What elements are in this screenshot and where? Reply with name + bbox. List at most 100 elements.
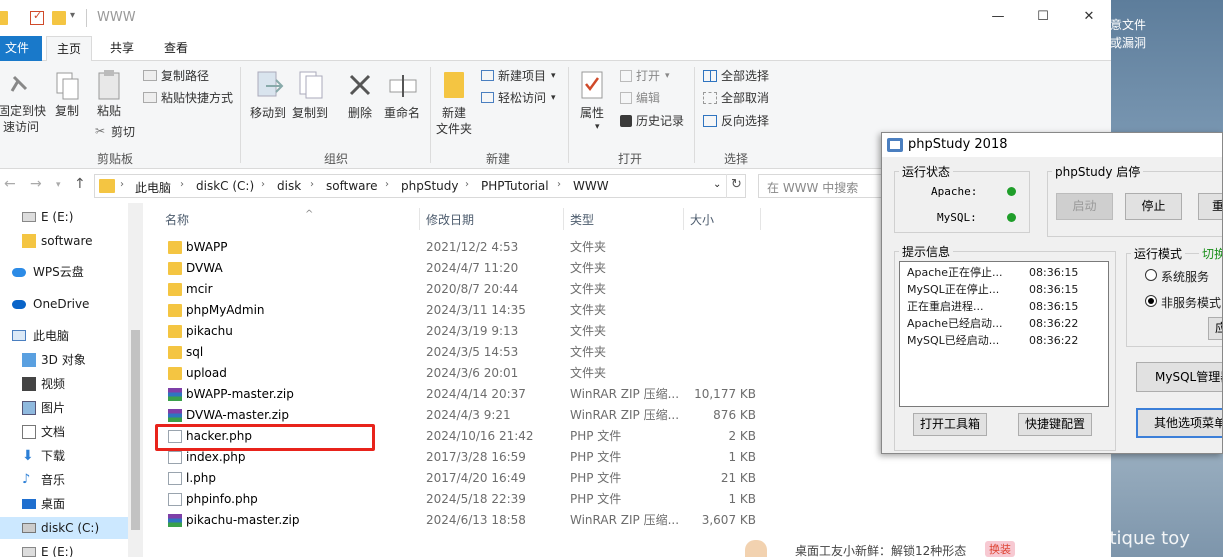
- column-divider[interactable]: [419, 208, 420, 230]
- pin-to-quick-access-button[interactable]: 固定到快 速访问: [0, 103, 46, 135]
- rename-button[interactable]: 重命名: [382, 105, 422, 121]
- open-button[interactable]: 打开: [636, 68, 660, 84]
- breadcrumb-item[interactable]: software: [326, 179, 378, 193]
- forward-icon[interactable]: →: [30, 176, 42, 192]
- nav-item-wps-cloud[interactable]: WPS云盘: [0, 261, 128, 283]
- column-header-size[interactable]: 大小: [690, 211, 714, 228]
- file-row[interactable]: bWAPP-master.zip 2024/4/14 20:37 WinRAR ZI…: [160, 384, 760, 405]
- nav-item-pictures[interactable]: 图片: [0, 397, 128, 419]
- properties-quick-icon[interactable]: [30, 9, 44, 25]
- shortcut-config-button[interactable]: 快捷键配置: [1018, 413, 1092, 436]
- notification-button[interactable]: 换装: [985, 541, 1015, 557]
- move-to-button[interactable]: 移动到: [248, 105, 288, 121]
- nav-item-downloads[interactable]: ⬇ 下载: [0, 445, 128, 467]
- edit-button[interactable]: 编辑: [636, 90, 660, 106]
- nav-item-videos[interactable]: 视频: [0, 373, 128, 395]
- delete-button[interactable]: 删除: [346, 105, 374, 121]
- nav-scrollbar-thumb[interactable]: [131, 330, 140, 530]
- cut-button[interactable]: 剪切: [111, 124, 135, 140]
- select-all-button[interactable]: 全部选择: [721, 68, 769, 84]
- nav-item-documents[interactable]: 文档: [0, 421, 128, 443]
- back-icon[interactable]: ←: [4, 176, 16, 192]
- file-row[interactable]: phpMyAdmin 2024/3/11 14:35 文件夹: [160, 300, 760, 321]
- tab-home[interactable]: 主页: [46, 36, 93, 62]
- breadcrumb-item[interactable]: PHPTutorial: [481, 179, 549, 193]
- breadcrumb-separator: ›: [180, 179, 184, 190]
- breadcrumb-item[interactable]: disk: [277, 179, 301, 193]
- close-icon[interactable]: ✕: [1082, 10, 1096, 24]
- quick-access-dropdown-icon[interactable]: ▾: [70, 10, 75, 21]
- log-entry: Apache正在停止... 08:36:15: [907, 264, 1107, 281]
- column-header-name[interactable]: 名称 ^: [165, 209, 313, 228]
- file-row[interactable]: upload 2024/3/6 20:01 文件夹: [160, 363, 760, 384]
- properties-icon: [581, 71, 603, 99]
- paste-button[interactable]: 粘贴: [96, 103, 122, 119]
- file-row[interactable]: l.php 2017/4/20 16:49 PHP 文件 21 KB: [160, 468, 760, 489]
- apply-button[interactable]: 应: [1208, 317, 1222, 340]
- mysql-status-indicator: [1007, 213, 1016, 222]
- maximize-icon[interactable]: ☐: [1036, 10, 1050, 24]
- column-divider[interactable]: [563, 208, 564, 230]
- nav-item-label: 图片: [41, 401, 66, 415]
- file-row[interactable]: DVWA-master.zip 2024/4/3 9:21 WinRAR ZIP 压…: [160, 405, 760, 426]
- column-divider[interactable]: [683, 208, 684, 230]
- open-toolbox-button[interactable]: 打开工具箱: [913, 413, 987, 436]
- start-button[interactable]: 启动: [1056, 193, 1113, 220]
- divider: [694, 67, 695, 163]
- file-row[interactable]: mcir 2020/8/7 20:44 文件夹: [160, 279, 760, 300]
- minimize-icon[interactable]: —: [991, 10, 1005, 24]
- breadcrumb-item[interactable]: diskC (C:): [196, 179, 254, 193]
- mysql-manager-button[interactable]: MySQL管理器: [1136, 362, 1222, 392]
- recent-locations-icon[interactable]: ▾: [56, 180, 61, 190]
- desktop-notification[interactable]: 桌面工友小新鲜：解锁12种形态 换装: [745, 540, 1045, 557]
- invert-selection-button[interactable]: 反向选择: [721, 113, 769, 129]
- switch-link[interactable]: 切换: [1199, 245, 1222, 262]
- other-options-menu-button[interactable]: 其他选项菜单: [1136, 408, 1222, 438]
- history-button[interactable]: 历史记录: [636, 113, 684, 129]
- new-folder-quick-icon[interactable]: [52, 11, 66, 25]
- copy-path-button[interactable]: 复制路径: [161, 68, 209, 84]
- tab-share[interactable]: 共享: [100, 36, 144, 61]
- breadcrumb-item[interactable]: WWW: [573, 179, 609, 193]
- file-row[interactable]: bWAPP 2021/12/2 4:53 文件夹: [160, 237, 760, 258]
- file-row[interactable]: DVWA 2024/4/7 11:20 文件夹: [160, 258, 760, 279]
- pin-icon: [10, 75, 28, 92]
- column-divider[interactable]: [760, 208, 761, 230]
- nav-item-disk-c[interactable]: diskC (C:): [0, 517, 128, 539]
- select-none-button[interactable]: 全部取消: [721, 90, 769, 106]
- nav-item-onedrive[interactable]: OneDrive: [0, 293, 128, 315]
- nav-item-3d-objects[interactable]: 3D 对象: [0, 349, 128, 371]
- nav-item-e-drive[interactable]: E (E:): [0, 541, 128, 557]
- nav-item-e-drive[interactable]: E (E:): [0, 206, 128, 228]
- nav-item-this-pc[interactable]: 此电脑: [0, 325, 128, 347]
- file-row[interactable]: pikachu 2024/3/19 9:13 文件夹: [160, 321, 760, 342]
- file-row[interactable]: sql 2024/3/5 14:53 文件夹: [160, 342, 760, 363]
- breadcrumb-item[interactable]: 此电脑: [135, 179, 171, 196]
- tab-view[interactable]: 查看: [154, 36, 198, 61]
- nav-item-desktop[interactable]: 桌面: [0, 493, 128, 515]
- new-item-icon: [481, 70, 494, 81]
- stop-button[interactable]: 停止: [1125, 193, 1182, 220]
- log-list[interactable]: Apache正在停止... 08:36:15 MySQL正在停止... 08:3…: [899, 261, 1109, 407]
- restart-button[interactable]: 重: [1198, 193, 1222, 220]
- column-header-date[interactable]: 修改日期: [426, 211, 474, 228]
- refresh-icon[interactable]: ↻: [726, 174, 746, 198]
- nav-item-music[interactable]: ♪ 音乐: [0, 469, 128, 491]
- breadcrumb-item[interactable]: phpStudy: [401, 179, 459, 193]
- easy-access-button[interactable]: 轻松访问: [498, 90, 546, 106]
- copy-to-button[interactable]: 复制到: [290, 105, 330, 121]
- onedrive-icon: [12, 300, 26, 309]
- file-row[interactable]: phpinfo.php 2024/5/18 22:39 PHP 文件 1 KB: [160, 489, 760, 510]
- column-header-type[interactable]: 类型: [570, 211, 594, 228]
- nav-item-software[interactable]: software: [0, 230, 128, 252]
- address-bar[interactable]: › 此电脑 › diskC (C:) › disk › software › p…: [94, 174, 746, 198]
- copy-button[interactable]: 复制: [54, 103, 80, 119]
- up-icon[interactable]: ↑: [74, 176, 86, 192]
- paste-shortcut-button[interactable]: 粘贴快捷方式: [161, 90, 233, 106]
- new-folder-button[interactable]: 新建 文件夹: [434, 105, 474, 137]
- chevron-down-icon[interactable]: ⌄: [713, 179, 721, 190]
- file-row[interactable]: pikachu-master.zip 2024/6/13 18:58 WinRAR …: [160, 510, 760, 531]
- properties-button[interactable]: 属性: [578, 105, 606, 121]
- new-item-button[interactable]: 新建项目: [498, 68, 546, 84]
- tab-file[interactable]: 文件: [0, 36, 42, 61]
